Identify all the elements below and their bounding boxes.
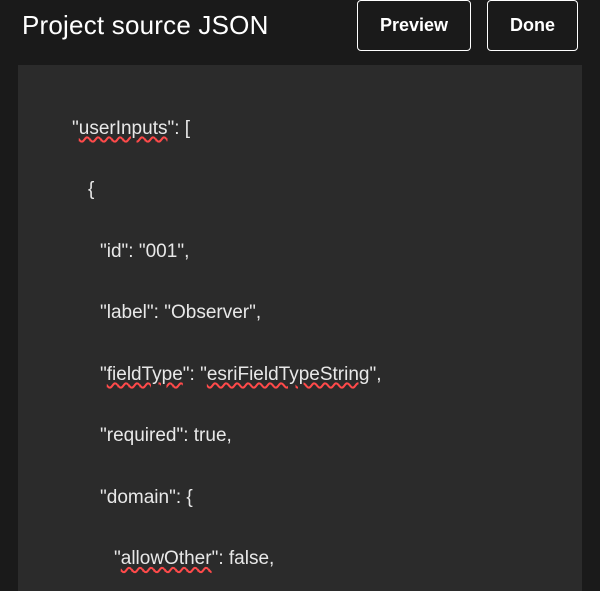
done-button[interactable]: Done (487, 0, 578, 51)
json-editor[interactable]: "userInputs": [ { "id": "001", "label": … (18, 65, 582, 591)
code-value: Observer (171, 302, 249, 323)
code-key: domain (107, 487, 169, 508)
code-line: "fieldType": "esriFieldTypeString", (40, 360, 564, 391)
code-value: 001 (146, 241, 178, 262)
editor-wrap: "userInputs": [ { "id": "001", "label": … (0, 51, 600, 591)
code-key: fieldType (107, 364, 183, 385)
code-line: "label": "Observer", (40, 298, 564, 329)
code-value: false (229, 548, 269, 569)
page-title: Project source JSON (22, 10, 341, 41)
code-key: label (107, 302, 147, 323)
code-value: true (194, 425, 227, 446)
code-value: esriFieldTypeString (207, 364, 370, 385)
code-line: "allowOther": false, (40, 544, 564, 575)
header-bar: Project source JSON Preview Done (0, 0, 600, 51)
preview-button[interactable]: Preview (357, 0, 471, 51)
json-editor-window: Project source JSON Preview Done "userIn… (0, 0, 600, 591)
code-key: allowOther (121, 548, 212, 569)
code-key: userInputs (79, 118, 168, 139)
code-key: id (107, 241, 122, 262)
code-line: { (40, 175, 564, 206)
code-line: "id": "001", (40, 237, 564, 268)
code-line: "userInputs": [ (40, 114, 564, 145)
code-line: "domain": { (40, 483, 564, 514)
code-key: required (107, 425, 177, 446)
code-line: "required": true, (40, 421, 564, 452)
